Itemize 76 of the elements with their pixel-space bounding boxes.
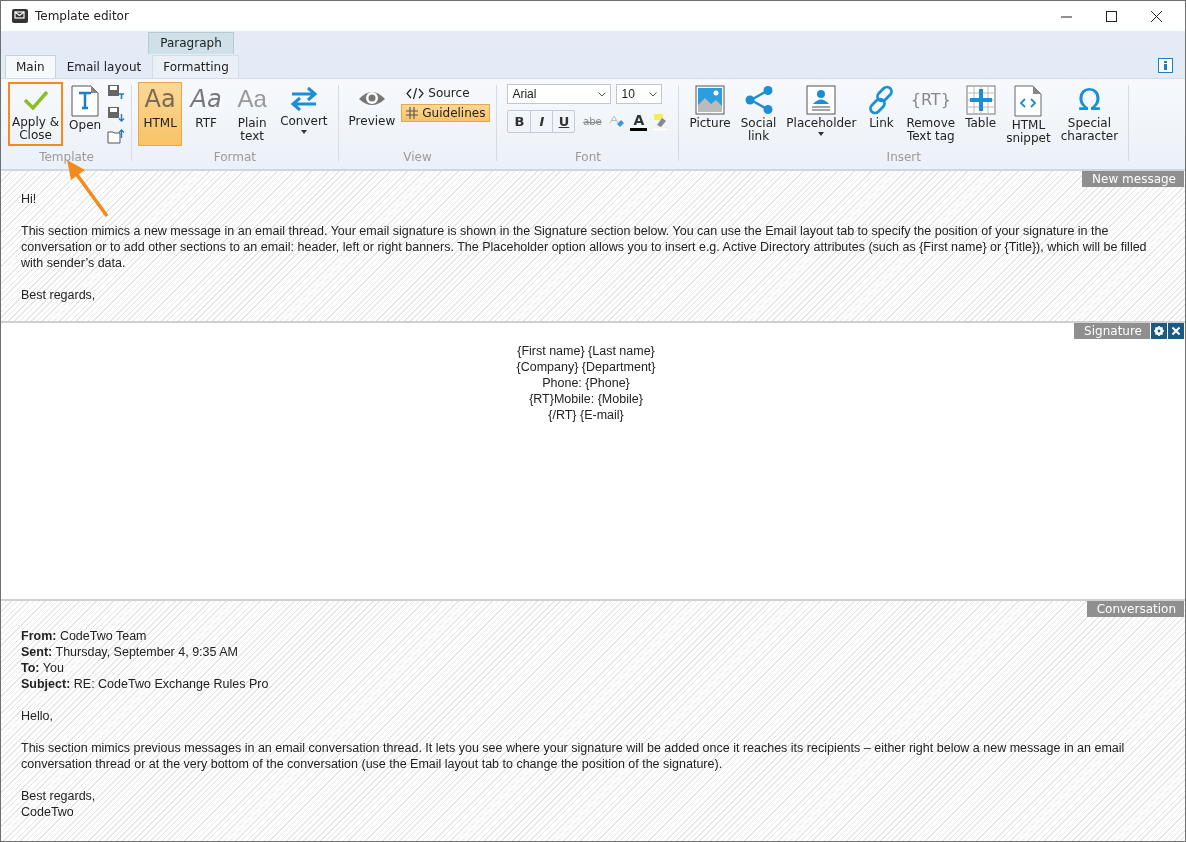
chevron-icon xyxy=(598,91,607,97)
signature-line: {RT}Mobile: {Mobile} xyxy=(529,391,643,407)
signature-line: Phone: {Phone} xyxy=(542,375,630,391)
info-icon[interactable] xyxy=(1158,58,1173,73)
html-snippet-button[interactable]: HTML snippet xyxy=(1002,82,1055,148)
highlight-icon[interactable] xyxy=(652,112,669,131)
section-tag: Signature xyxy=(1074,323,1150,339)
save-icon[interactable] xyxy=(107,84,126,100)
font-name-dropdown[interactable]: Arial xyxy=(507,84,612,104)
signature-line: {First name} {Last name} xyxy=(517,343,655,359)
preview-button[interactable]: Preview xyxy=(344,82,400,146)
folder-upload-icon[interactable] xyxy=(107,128,126,144)
header-line: Sent: Thursday, September 4, 9:35 AM xyxy=(21,644,239,660)
open-button[interactable]: Open xyxy=(65,82,106,146)
image-icon xyxy=(695,85,726,115)
document-icon xyxy=(70,85,101,117)
table-plus-icon xyxy=(965,85,996,115)
swap-arrows-icon xyxy=(288,85,319,113)
guidelines-button[interactable]: Guidelines xyxy=(401,104,491,122)
font-color-button[interactable]: A xyxy=(630,112,648,131)
message-paragraph: Best regards, CodeTwo xyxy=(21,788,97,820)
save-down-icon[interactable] xyxy=(107,106,126,122)
ribbon-tab[interactable]: Main xyxy=(5,55,56,78)
remove-text-tag-button[interactable]: {RT} Remove Text tag xyxy=(902,82,960,146)
format-button[interactable]: Aa RTF xyxy=(184,82,229,146)
close-icon xyxy=(1172,327,1180,335)
bold-button[interactable]: B xyxy=(508,111,531,132)
message-paragraph: Hello, xyxy=(21,708,54,724)
code-file-icon xyxy=(1014,85,1043,117)
message-paragraph: This section mimics a new message in an email thread. Your email signature is shown in the Signature section below. You can use the Email layout tab to specify the position of your signature in the conversation or to add other sections to an email: header, left or right banners. The Placeholder option allows you to insert e.g. Active Directory attributes (such as {First name} or {Title}), which will be filled with sender’s data. xyxy=(21,223,1148,271)
font-size-dropdown[interactable]: 10 xyxy=(616,84,663,104)
header-line: Subject: RE: CodeTwo Exchange Rules Pro xyxy=(21,676,270,692)
close-button[interactable] xyxy=(1168,323,1184,339)
group-label: Template xyxy=(39,150,94,164)
picture-button[interactable]: Picture xyxy=(685,82,735,146)
settings-button[interactable] xyxy=(1151,323,1167,339)
group-label: Format xyxy=(213,150,256,164)
window-title: Template editor xyxy=(35,9,129,23)
group-label: Insert xyxy=(886,150,921,164)
special-character-button[interactable]: Ω Special character xyxy=(1056,82,1123,146)
convert-button[interactable]: Convert xyxy=(276,82,332,146)
social-link-button[interactable]: Social link xyxy=(736,82,781,146)
message-paragraph: Best regards, xyxy=(21,287,97,303)
caret-icon xyxy=(300,130,307,134)
clear-format-icon[interactable] xyxy=(609,113,626,130)
apply-close-button[interactable]: Apply & Close xyxy=(8,82,64,146)
gear-icon xyxy=(1154,326,1164,336)
link-button[interactable]: Link xyxy=(862,82,901,146)
ribbon-tab[interactable]: Email layout xyxy=(55,55,153,78)
format-button[interactable]: Aa HTML xyxy=(138,82,183,146)
app-icon xyxy=(12,9,28,23)
message-paragraph: Hi! xyxy=(21,191,38,207)
share-icon xyxy=(743,85,774,115)
source-button[interactable]: Source xyxy=(401,84,491,102)
format-button[interactable]: Aa Plain text xyxy=(230,82,275,146)
code-icon xyxy=(406,87,425,99)
header-line: From: CodeTwo Team xyxy=(21,628,148,644)
table-button[interactable]: Table xyxy=(961,82,1001,146)
section-tag: New message xyxy=(1082,171,1184,187)
close-icon[interactable] xyxy=(1151,10,1162,22)
ribbon-tab[interactable]: Formatting xyxy=(152,55,240,78)
signature-line: {Company} {Department} xyxy=(516,359,656,375)
signature-line: {/RT} {E-mail} xyxy=(548,407,624,423)
underline-button[interactable]: U xyxy=(552,111,575,132)
italic-button[interactable]: I xyxy=(530,111,553,132)
person-card-icon xyxy=(806,85,837,115)
group-label: View xyxy=(403,150,432,164)
contextual-tab-label: Paragraph xyxy=(148,32,234,54)
chevron-icon xyxy=(649,91,658,97)
group-label: Font xyxy=(574,150,601,164)
section-tag: Conversation xyxy=(1086,601,1184,617)
header-line: To: You xyxy=(21,660,65,676)
placeholder-button[interactable]: Placeholder xyxy=(782,82,861,146)
grid-icon xyxy=(406,107,419,119)
message-paragraph: This section mimics previous messages in an email conversation thread. It lets you see where your signature will be added once it reaches its recipients – either right below a new message in an email conversation thread or at the very bottom of the conversation (use the Email layout tab to change the position of the signature). xyxy=(21,740,1126,772)
maximize-icon[interactable] xyxy=(1106,10,1117,22)
